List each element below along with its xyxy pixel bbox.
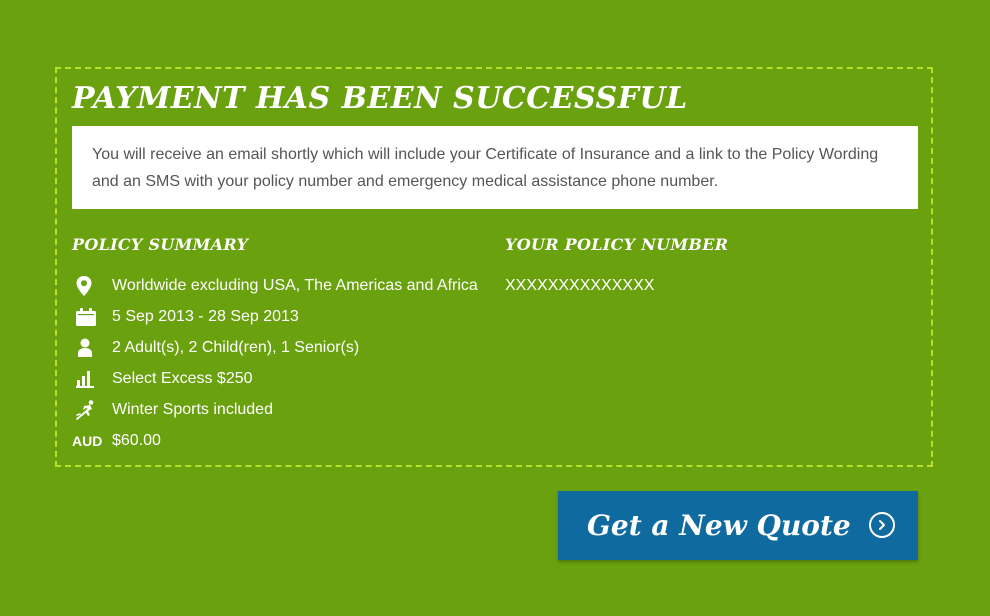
skier-icon (72, 399, 112, 420)
summary-item-label: 5 Sep 2013 - 28 Sep 2013 (112, 307, 299, 325)
summary-item-label: 2 Adult(s), 2 Child(ren), 1 Senior(s) (112, 338, 360, 356)
email-notice-text: You will receive an email shortly which … (92, 146, 879, 190)
chevron-right-circle-icon (869, 512, 895, 538)
policy-number-heading: YOUR POLICY NUMBER (505, 235, 729, 254)
new-quote-button[interactable]: Get a New Quote (558, 491, 918, 560)
price-value: $60.00 (112, 431, 161, 449)
policy-summary-heading: POLICY SUMMARY (72, 235, 249, 254)
summary-item-label: Winter Sports included (112, 400, 273, 418)
person-icon (72, 338, 112, 357)
summary-item-excess: Select Excess $250 (72, 363, 492, 394)
policy-summary: POLICY SUMMARY Worldwide excluding USA, … (72, 234, 492, 456)
policy-number-value: XXXXXXXXXXXXXX (505, 276, 655, 294)
new-quote-label: Get a New Quote (587, 509, 851, 542)
summary-item-label: Select Excess $250 (112, 369, 253, 387)
calendar-icon (72, 307, 112, 326)
currency-code: AUD (72, 432, 103, 449)
summary-item-travellers: 2 Adult(s), 2 Child(ren), 1 Senior(s) (72, 332, 492, 363)
policy-number-section: YOUR POLICY NUMBER XXXXXXXXXXXXXX (505, 234, 905, 301)
email-notice-box: You will receive an email shortly which … (72, 126, 918, 209)
summary-item-label: Worldwide excluding USA, The Americas an… (112, 276, 478, 294)
bar-chart-icon (72, 370, 112, 388)
summary-item-dates: 5 Sep 2013 - 28 Sep 2013 (72, 301, 492, 332)
policy-summary-list: Worldwide excluding USA, The Americas an… (72, 270, 492, 456)
summary-item-winter-sports: Winter Sports included (72, 394, 492, 425)
page-title: PAYMENT HAS BEEN SUCCESSFUL (72, 81, 688, 116)
location-pin-icon (72, 275, 112, 296)
confirmation-panel: PAYMENT HAS BEEN SUCCESSFUL You will rec… (55, 67, 933, 467)
summary-item-destination: Worldwide excluding USA, The Americas an… (72, 270, 492, 301)
summary-item-price: AUD $60.00 (72, 425, 492, 456)
